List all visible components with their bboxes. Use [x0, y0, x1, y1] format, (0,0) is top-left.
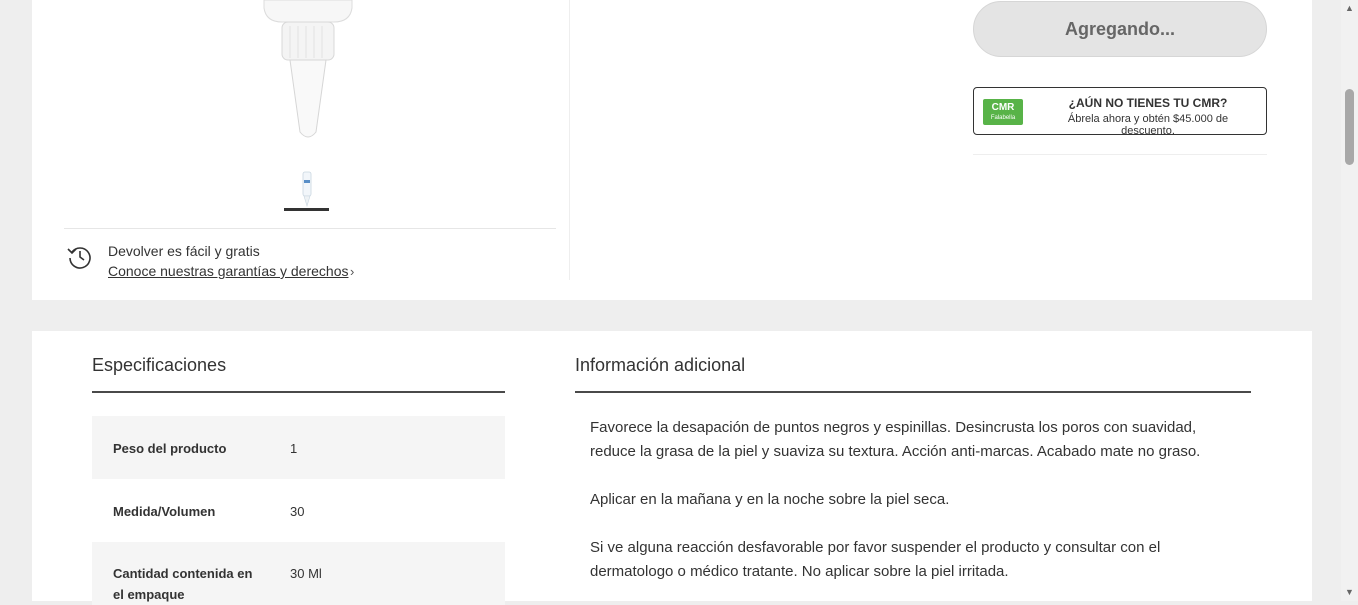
- additional-info-underline: [575, 391, 1251, 393]
- specifications-heading: Especificaciones: [92, 355, 227, 375]
- spec-label: Medida/Volumen: [113, 504, 216, 519]
- spec-label: Peso del producto: [113, 441, 227, 456]
- spec-row: Cantidad contenida en el empaque 30 Ml: [92, 542, 505, 605]
- return-policy-title: Devolver es fácil y gratis: [108, 243, 260, 259]
- specifications-underline: [92, 391, 505, 393]
- spec-value: 30 Ml: [290, 566, 322, 581]
- product-details-panel: Especificaciones Peso del producto 1 Med…: [32, 331, 1312, 605]
- info-paragraph: Si ve alguna reacción desfavorable por f…: [590, 539, 1161, 580]
- product-thumbnail[interactable]: [284, 166, 329, 210]
- warranty-rights-link[interactable]: Conoce nuestras garantías y derechos: [108, 263, 348, 279]
- return-icon: [67, 247, 91, 269]
- cmr-promo-subtitle: Ábrela ahora y obtén $45.000 de descuent…: [1067, 113, 1229, 137]
- column-divider: [569, 0, 570, 280]
- additional-info-heading: Información adicional: [575, 355, 746, 375]
- divider: [64, 228, 556, 229]
- spec-row: Peso del producto 1: [92, 416, 505, 479]
- scrollbar-thumb[interactable]: [1345, 89, 1354, 165]
- scroll-down-icon[interactable]: ▼: [1341, 584, 1358, 601]
- spec-row: Medida/Volumen 30: [92, 479, 505, 542]
- add-to-cart-button[interactable]: Agregando...: [973, 1, 1267, 57]
- page-scrollbar[interactable]: ▲ ▼: [1341, 0, 1358, 601]
- chevron-right-icon[interactable]: ›: [350, 264, 354, 279]
- scroll-up-icon[interactable]: ▲: [1341, 0, 1358, 17]
- cmr-falabella-logo: CMR Falabella: [983, 99, 1023, 125]
- spec-label: Cantidad contenida en el empaque: [113, 566, 253, 602]
- info-paragraph: Aplicar en la mañana y en la noche sobre…: [590, 491, 950, 508]
- info-paragraph: Favorece la desapación de puntos negros …: [590, 419, 1201, 460]
- thumbnail-active-indicator: [284, 208, 329, 211]
- spec-value: 30: [290, 504, 305, 519]
- cmr-promo-banner[interactable]: CMR Falabella ¿AÚN NO TIENES TU CMR? Ábr…: [973, 87, 1267, 137]
- spec-value: 1: [290, 441, 298, 456]
- divider: [973, 154, 1267, 155]
- cmr-promo-title: ¿AÚN NO TIENES TU CMR?: [1068, 96, 1228, 110]
- product-overview-panel: Devolver es fácil y gratis Conoce nuestr…: [32, 0, 1312, 300]
- product-image[interactable]: [260, 0, 356, 140]
